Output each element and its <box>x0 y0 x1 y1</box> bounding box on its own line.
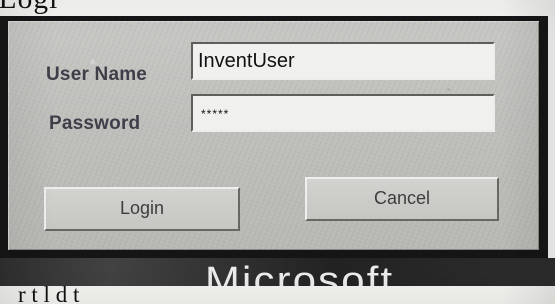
password-field[interactable] <box>191 94 495 132</box>
screenshot-page: Logi User Name Password Login Cancel Mic… <box>0 0 555 304</box>
background-banner: Microsoft r t l d t <box>0 258 555 304</box>
password-label: Password <box>49 113 141 134</box>
login-dialog-client-area: User Name Password Login Cancel <box>8 21 539 250</box>
username-field[interactable] <box>191 42 495 80</box>
username-label: User Name <box>46 64 148 85</box>
background-partial-text: r t l d t <box>0 286 555 304</box>
window-title-fragment: Logi <box>0 0 58 16</box>
login-button[interactable]: Login <box>44 187 240 231</box>
cancel-button[interactable]: Cancel <box>305 177 499 221</box>
login-dialog: User Name Password Login Cancel <box>0 16 548 258</box>
